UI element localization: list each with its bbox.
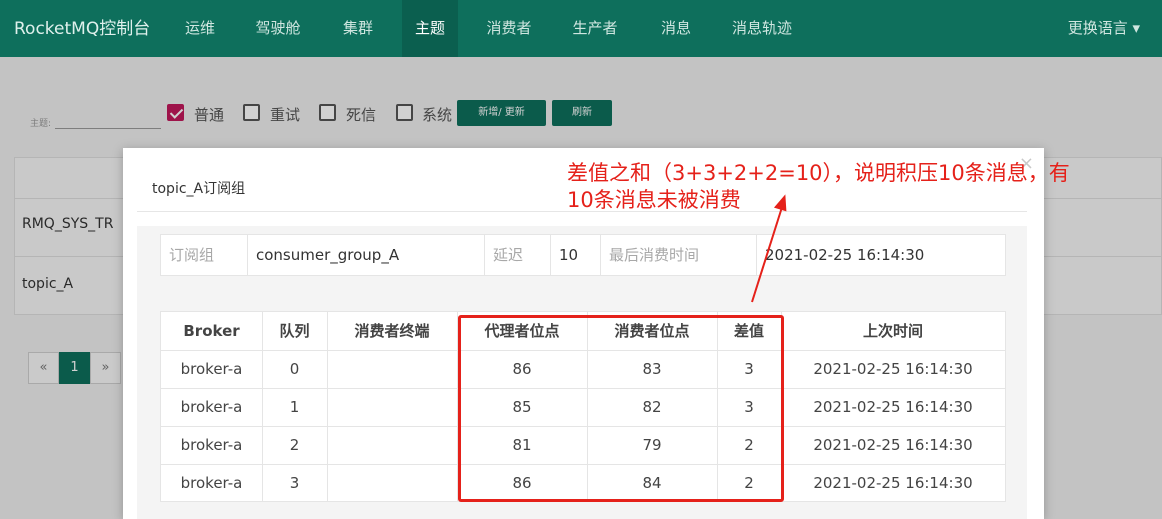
- annotation-line-1: 差值之和（3+3+2+2=10），说明积压10条消息，有: [567, 161, 1070, 185]
- annotation-text: 差值之和（3+3+2+2=10），说明积压10条消息，有 10条消息未被消费: [567, 160, 1127, 214]
- annotation-line-2: 10条消息未被消费: [567, 188, 741, 212]
- annotation-arrow-icon: [751, 194, 787, 303]
